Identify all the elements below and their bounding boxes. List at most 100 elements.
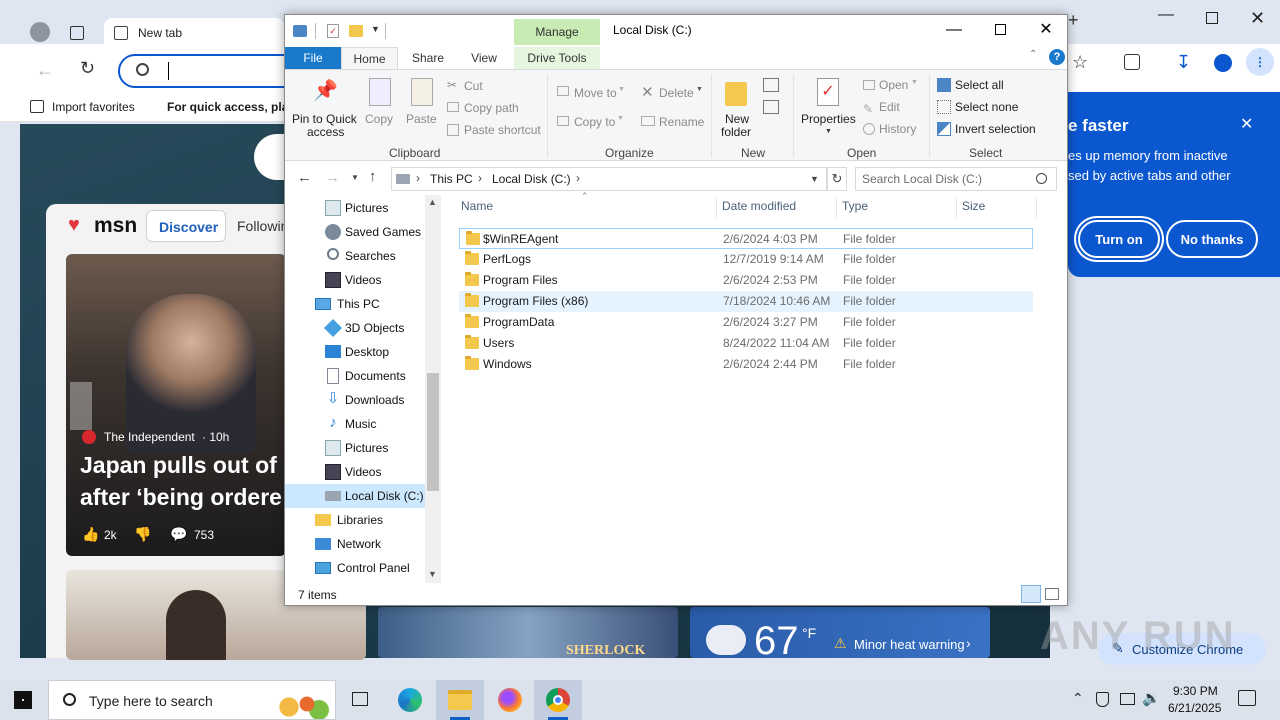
tab-discover[interactable]: Discover: [146, 210, 226, 242]
history-button[interactable]: History: [879, 122, 916, 136]
nav-item-3d-objects[interactable]: 3D Objects: [285, 316, 425, 340]
weather-card[interactable]: 67 °F ⚠ Minor heat warning ›: [690, 607, 990, 663]
file-row[interactable]: $WinREAgent 2/6/2024 4:03 PM File folder: [459, 228, 1033, 249]
qat-customize-icon[interactable]: ▼: [371, 24, 380, 34]
nav-item-network[interactable]: Network: [285, 532, 425, 556]
file-row[interactable]: ProgramData 2/6/2024 3:27 PM File folder: [459, 312, 1033, 333]
nav-forward-button[interactable]: →: [325, 169, 340, 186]
nav-item-control-panel[interactable]: Control Panel: [285, 556, 425, 580]
security-icon[interactable]: [1096, 692, 1109, 707]
up-button[interactable]: ↑: [369, 168, 377, 185]
copy-to-button[interactable]: Copy to: [574, 115, 615, 129]
nav-item-saved-games[interactable]: Saved Games: [285, 220, 425, 244]
address-dropdown-icon[interactable]: ▼: [810, 174, 819, 184]
chrome-restore-button[interactable]: [1206, 12, 1218, 24]
new-folder-button[interactable]: New folder: [717, 76, 757, 140]
move-to-button[interactable]: Move to: [574, 86, 617, 100]
task-view-button[interactable]: [336, 680, 384, 720]
properties-button[interactable]: ✓ Properties ▼: [799, 76, 857, 140]
popup-close-icon[interactable]: ✕: [1240, 114, 1253, 134]
downloads-icon[interactable]: ↧: [1176, 52, 1191, 73]
weather-warning[interactable]: Minor heat warning: [854, 637, 965, 652]
comment-icon[interactable]: 💬: [170, 526, 187, 543]
pin-quick-access-button[interactable]: 📌 Pin to Quick access: [289, 76, 359, 140]
rename-button[interactable]: Rename: [659, 115, 704, 129]
tab-share[interactable]: Share: [403, 47, 453, 69]
nav-item-videos-2[interactable]: Videos: [285, 460, 425, 484]
file-row[interactable]: PerfLogs 12/7/2019 9:14 AM File folder: [459, 249, 1033, 270]
show-hidden-icons[interactable]: ⌃: [1072, 690, 1084, 707]
column-separator[interactable]: [716, 197, 717, 219]
nav-pane-scroll-thumb[interactable]: [427, 373, 439, 491]
refresh-button[interactable]: ↻: [827, 167, 847, 191]
breadcrumb-local-disk[interactable]: Local Disk (C:): [492, 172, 571, 186]
carousel-prev-button[interactable]: [70, 382, 92, 430]
taskbar-firefox[interactable]: [486, 680, 534, 720]
nav-item-local-disk[interactable]: Local Disk (C:): [285, 484, 425, 508]
tab-home[interactable]: Home: [341, 47, 398, 69]
tab-file[interactable]: File: [285, 47, 341, 69]
profile-avatar-icon[interactable]: [1214, 54, 1232, 72]
open-button[interactable]: Open: [879, 78, 908, 92]
close-button[interactable]: ✕: [1023, 15, 1069, 45]
profile-icon[interactable]: [30, 22, 50, 42]
nav-item-downloads[interactable]: ⇩ Downloads: [285, 388, 425, 412]
extensions-icon[interactable]: [1124, 54, 1140, 70]
nav-item-videos[interactable]: Videos: [285, 268, 425, 292]
column-header-type[interactable]: Type: [842, 199, 868, 213]
nav-back-button[interactable]: ←: [297, 169, 312, 186]
notifications-icon[interactable]: [1238, 690, 1256, 706]
collapse-ribbon-icon[interactable]: ⌃: [1029, 49, 1037, 60]
tab-following[interactable]: Followin: [237, 218, 288, 234]
taskbar-chrome[interactable]: [534, 680, 582, 720]
back-button[interactable]: ←: [36, 60, 54, 81]
reload-button[interactable]: ↻: [80, 58, 95, 79]
edit-button[interactable]: Edit: [879, 100, 900, 114]
import-favorites-link[interactable]: Import favorites: [52, 100, 135, 114]
scroll-down-icon[interactable]: ▼: [428, 569, 437, 579]
nav-item-pictures-2[interactable]: Pictures: [285, 436, 425, 460]
file-row[interactable]: Users 8/24/2022 11:04 AM File folder: [459, 333, 1033, 354]
nav-item-desktop[interactable]: Desktop: [285, 340, 425, 364]
recent-locations-icon[interactable]: ▼: [351, 173, 359, 182]
volume-icon[interactable]: 🔉: [1142, 689, 1161, 707]
breadcrumb-this-pc[interactable]: This PC: [430, 172, 473, 186]
nav-item-documents[interactable]: Documents: [285, 364, 425, 388]
tab-search-icon[interactable]: [70, 26, 84, 40]
taskbar-search-box[interactable]: Type here to search: [48, 680, 336, 720]
column-header-name[interactable]: Name: [461, 199, 493, 213]
help-icon[interactable]: ?: [1049, 49, 1065, 65]
tab-view[interactable]: View: [459, 47, 509, 69]
network-tray-icon[interactable]: [1120, 693, 1135, 705]
nav-item-pictures[interactable]: Pictures: [285, 196, 425, 220]
chrome-close-button[interactable]: ✕: [1250, 8, 1265, 29]
dislike-icon[interactable]: 👎: [134, 526, 151, 543]
new-item-icon[interactable]: [763, 78, 779, 92]
large-icons-view-icon[interactable]: [1045, 588, 1059, 600]
select-none-button[interactable]: Select none: [955, 100, 1018, 114]
search-box[interactable]: Search Local Disk (C:): [855, 167, 1057, 191]
start-button[interactable]: [14, 691, 32, 709]
nav-item-libraries[interactable]: Libraries: [285, 508, 425, 532]
clock-time[interactable]: 9:30 PM: [1173, 684, 1218, 698]
news-headline-line2[interactable]: after ‘being ordere: [80, 484, 282, 511]
chrome-menu-icon[interactable]: ⋮: [1246, 48, 1274, 76]
easy-access-icon[interactable]: [763, 100, 779, 114]
no-thanks-button[interactable]: No thanks: [1166, 220, 1258, 258]
column-separator[interactable]: [836, 197, 837, 219]
invert-selection-button[interactable]: Invert selection: [955, 122, 1036, 136]
column-separator[interactable]: [956, 197, 957, 219]
paste-button[interactable]: Paste: [401, 76, 441, 140]
nav-item-this-pc[interactable]: This PC: [285, 292, 425, 316]
column-header-size[interactable]: Size: [962, 199, 985, 213]
file-row[interactable]: Program Files (x86) 7/18/2024 10:46 AM F…: [459, 291, 1033, 312]
new-tab-icon-plus[interactable]: +: [1068, 10, 1079, 31]
taskbar-edge[interactable]: [386, 680, 434, 720]
clock-date[interactable]: 6/21/2025: [1168, 701, 1221, 715]
taskbar-file-explorer[interactable]: [436, 680, 484, 720]
minimize-button[interactable]: —: [931, 15, 977, 45]
paste-shortcut-button[interactable]: Paste shortcut: [464, 123, 541, 137]
nav-item-searches[interactable]: Searches: [285, 244, 425, 268]
file-row[interactable]: Program Files 2/6/2024 2:53 PM File fold…: [459, 270, 1033, 291]
cut-button[interactable]: Cut: [464, 79, 483, 93]
